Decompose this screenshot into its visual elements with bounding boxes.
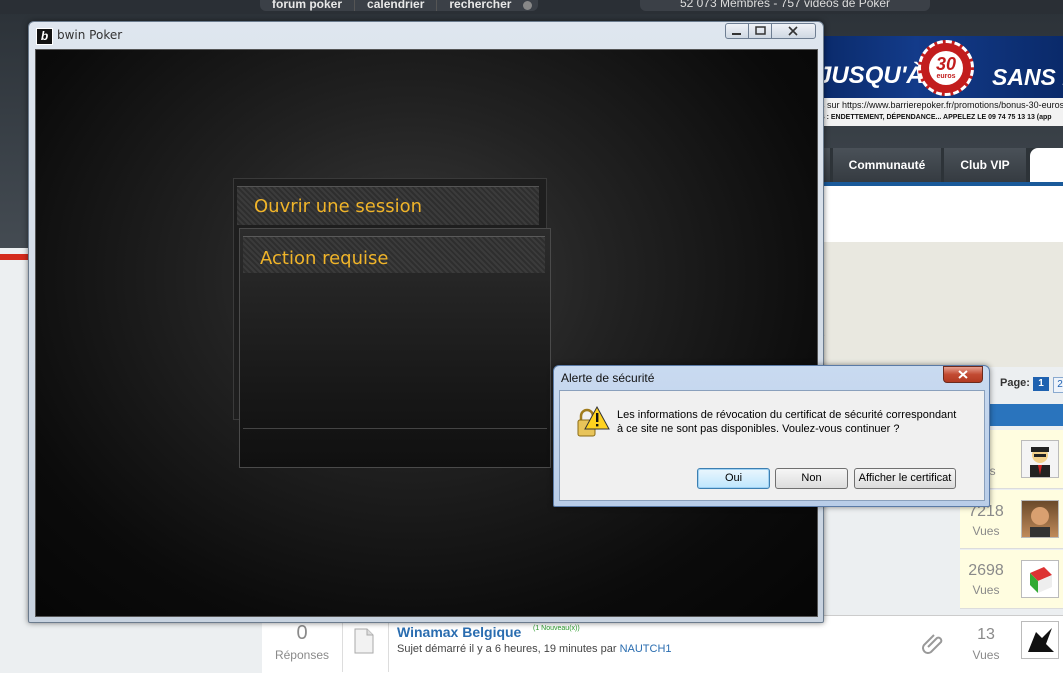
author-link[interactable]: NAUTCH1 <box>620 643 672 655</box>
action-panel-footer-divider <box>243 428 547 429</box>
topic-table-header <box>985 404 1063 426</box>
dialog-close-button[interactable] <box>943 366 983 383</box>
topic-title-link[interactable]: Winamax Belgique <box>397 624 521 640</box>
topic-subtitle: Sujet démarré il y a 6 heures, 19 minute… <box>397 643 672 655</box>
search-options-icon[interactable] <box>523 1 533 10</box>
avatar[interactable] <box>1021 500 1059 538</box>
yes-button[interactable]: Oui <box>697 468 770 489</box>
nav-tab-active[interactable] <box>1030 148 1063 182</box>
dialog-message-line1: Les informations de révocation du certif… <box>617 409 957 421</box>
dialog-title: Alerte de sécurité <box>561 371 655 385</box>
topnav-calendrier[interactable]: calendrier <box>355 0 438 11</box>
bwin-logo-icon: b <box>36 28 53 45</box>
security-lock-warning-icon <box>577 405 610 437</box>
forum-top-nav: forum poker calendrier rechercher <box>260 0 539 11</box>
attachment-icon <box>922 634 943 654</box>
poker-chip-icon: 30 euros <box>918 40 974 96</box>
document-icon <box>354 628 374 654</box>
action-panel-title: Action requise <box>260 248 389 269</box>
close-icon <box>788 26 798 36</box>
replies-label: Réponses <box>274 648 330 662</box>
forum-main-nav: Communauté Club VIP <box>818 148 1063 182</box>
views-label: Vues <box>972 648 1000 662</box>
new-posts-badge[interactable]: (1 Nouveau(x)) <box>533 625 580 632</box>
chip-unit: euros <box>936 73 956 80</box>
close-icon <box>958 370 968 379</box>
pagination-next[interactable]: 2 <box>1053 377 1063 393</box>
pagination-current[interactable]: 1 <box>1033 377 1049 391</box>
topnav-rechercher[interactable]: rechercher <box>437 0 523 11</box>
views-cell: 7218 Vues <box>968 503 1004 538</box>
nav-tab-communaute[interactable]: Communauté <box>833 148 941 182</box>
dialog-body: Les informations de révocation du certif… <box>559 390 985 501</box>
avatar[interactable] <box>1021 440 1059 478</box>
views-count: 13 <box>977 626 995 643</box>
chip-value: 30 <box>935 54 957 74</box>
views-cell: 2698 Vues <box>968 562 1004 597</box>
banner-url: s sur https://www.barrierepoker.fr/promo… <box>820 100 1063 110</box>
view-certificate-button[interactable]: Afficher le certificat <box>854 468 956 489</box>
banner-right-text: SANS D <box>992 64 1063 90</box>
banner-left-text: JUSQU'À <box>818 62 924 89</box>
divider <box>342 615 343 672</box>
avatar[interactable] <box>1021 621 1059 659</box>
replies-count: 0 <box>296 622 308 644</box>
banner-warning: S : ENDETTEMENT, DÉPENDANCE... APPELEZ L… <box>820 114 1052 121</box>
avatar[interactable] <box>1021 560 1059 598</box>
nav-tab-club-vip[interactable]: Club VIP <box>944 148 1026 182</box>
login-panel-title: Ouvrir une session <box>254 196 422 217</box>
security-alert-dialog[interactable]: Alerte de sécurité Les informations de r… <box>553 365 990 507</box>
pagination-label: Page: <box>1000 377 1030 389</box>
maximize-button[interactable] <box>748 23 772 39</box>
no-button[interactable]: Non <box>775 468 848 489</box>
dialog-message-line2: à ce site ne sont pas disponibles. Voule… <box>617 423 900 435</box>
forum-content-area <box>818 186 1063 243</box>
topnav-forum-poker[interactable]: forum poker <box>260 0 356 11</box>
promo-banner[interactable]: JUSQU'À 30 euros SANS D s sur https://ww… <box>818 36 1063 126</box>
forum-stats: 52 073 Membres - 757 vidéos de Poker <box>640 0 930 11</box>
divider <box>388 615 389 672</box>
close-button[interactable] <box>771 23 816 39</box>
minimize-button[interactable] <box>725 23 749 39</box>
window-title: bwin Poker <box>57 28 123 42</box>
forum-info-box <box>818 242 1063 367</box>
